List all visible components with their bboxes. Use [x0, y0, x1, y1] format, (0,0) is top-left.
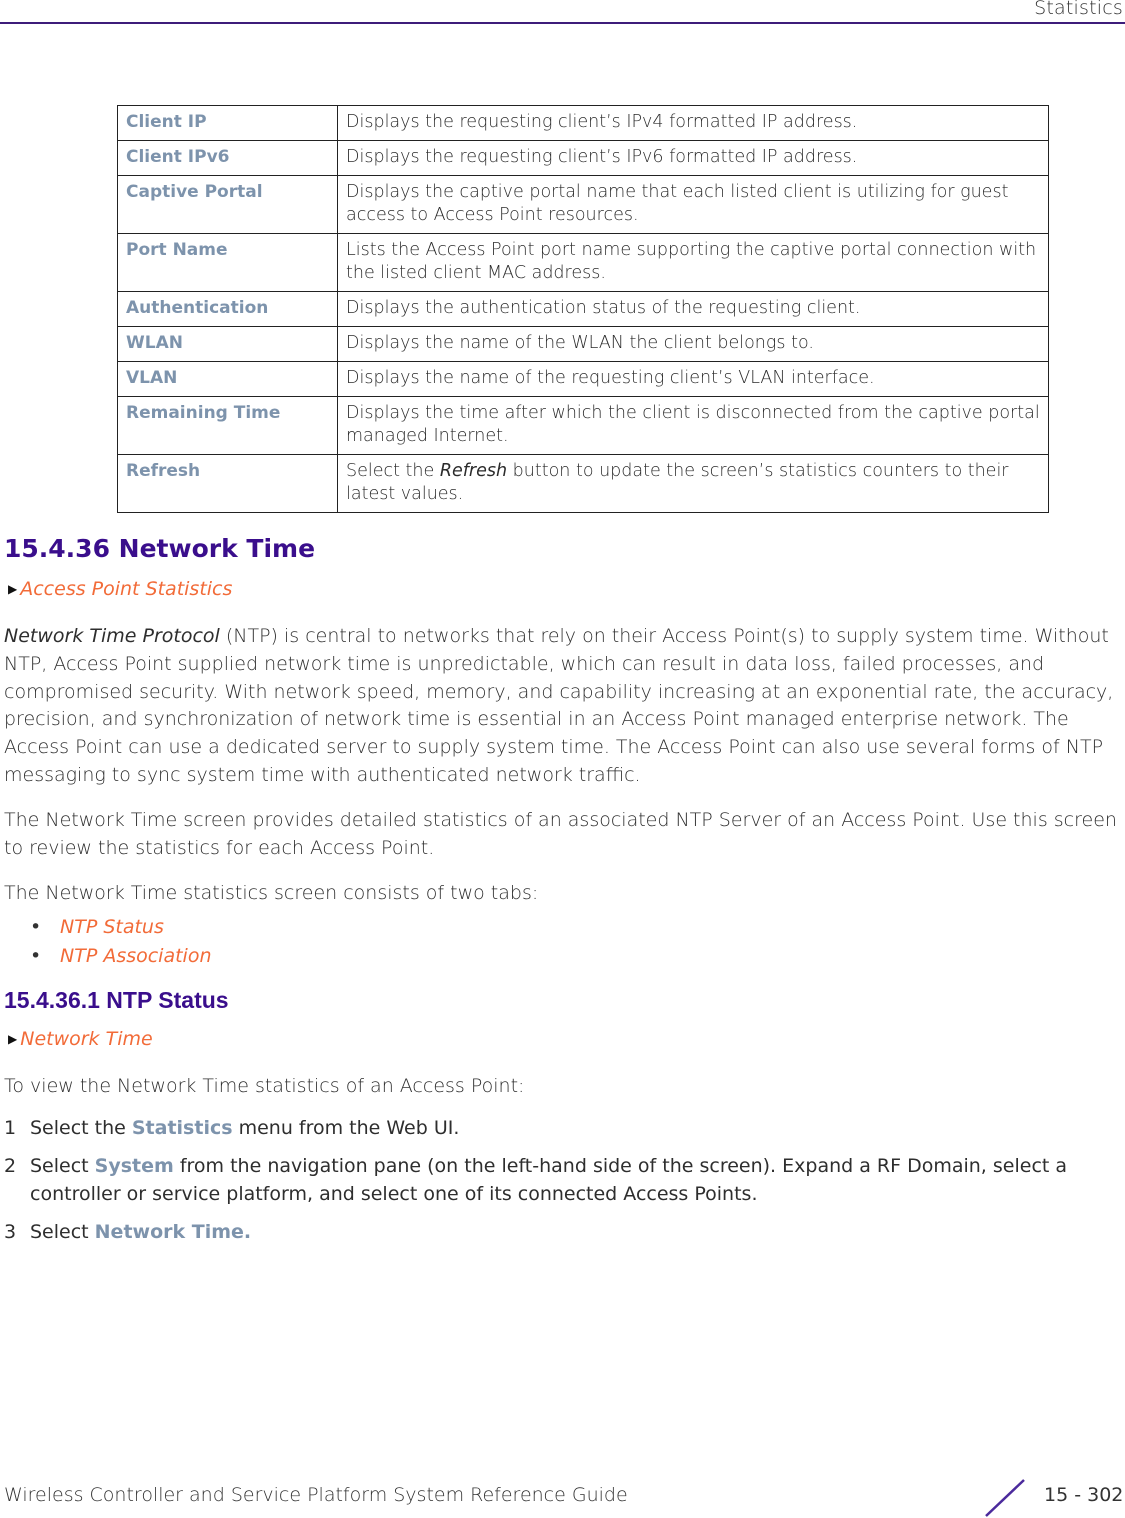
procedure-step: 1 Select the Statistics menu from the We…	[4, 1115, 1122, 1143]
footer-slash-icon	[985, 1479, 1025, 1517]
ui-reference-system: System	[94, 1155, 174, 1177]
table-term: Client IP	[117, 105, 338, 141]
table-definition: Displays the name of the WLAN the client…	[337, 326, 1049, 362]
table-definition: Displays the captive portal name that ea…	[337, 175, 1049, 234]
table-row: Client IP Displays the requesting client…	[117, 105, 1049, 141]
table-row: VLAN Displays the name of the requesting…	[117, 361, 1049, 397]
procedure-step: 2 Select System from the navigation pane…	[4, 1153, 1122, 1209]
step-text: Select Network Time.	[30, 1219, 1122, 1247]
description-paragraph: The Network Time screen provides detaile…	[4, 809, 1117, 859]
step-text-pre: Select	[30, 1155, 95, 1177]
paragraph-text: (NTP) is central to networks that rely o…	[4, 625, 1114, 786]
table-term: Port Name	[117, 233, 338, 292]
table-row: Remaining Time Displays the time after w…	[117, 396, 1049, 455]
step-number: 2	[4, 1155, 17, 1177]
definition-text: Select the	[346, 461, 440, 481]
xref-link-network-time[interactable]: ▶ Network Time	[8, 1028, 153, 1050]
footer-guide-title: Wireless Controller and Service Platform…	[4, 1484, 628, 1506]
table-definition: Displays the time after which the client…	[337, 396, 1049, 455]
procedure-lead: To view the Network Time statistics of a…	[4, 1075, 525, 1097]
table-term: Remaining Time	[117, 396, 338, 455]
step-text: Select System from the navigation pane (…	[30, 1153, 1122, 1209]
section-heading: 15.4.36 Network Time	[4, 534, 316, 563]
table-row: WLAN Displays the name of the WLAN the c…	[117, 326, 1049, 362]
bullet-icon: •	[30, 916, 42, 938]
step-text-pre: Select	[30, 1221, 95, 1243]
xref-link-label: Access Point Statistics	[20, 578, 233, 600]
table-definition: Select the Refresh button to update the …	[337, 454, 1049, 513]
table-term: WLAN	[117, 326, 338, 362]
triangle-right-icon: ▶	[8, 582, 18, 596]
tabs-list: • NTP Status • NTP Association	[30, 913, 212, 971]
step-text: Select the Statistics menu from the Web …	[30, 1115, 1122, 1143]
step-text-post: menu from the Web UI.	[232, 1117, 460, 1139]
table-row: Client IPv6 Displays the requesting clie…	[117, 140, 1049, 176]
step-text-post: from the navigation pane (on the left-ha…	[30, 1155, 1068, 1205]
intro-paragraph: Network Time Protocol (NTP) is central t…	[4, 623, 1122, 790]
table-row: Refresh Select the Refresh button to upd…	[117, 454, 1049, 513]
table-term: VLAN	[117, 361, 338, 397]
field-description-table: Client IP Displays the requesting client…	[117, 105, 1049, 513]
page-header-title: Statistics	[1034, 0, 1123, 19]
table-row: Authentication Displays the authenticati…	[117, 291, 1049, 327]
table-row: Captive Portal Displays the captive port…	[117, 175, 1049, 234]
link-ntp-status[interactable]: NTP Status	[60, 913, 164, 942]
ui-reference-statistics: Statistics	[131, 1117, 233, 1139]
tabs-intro-paragraph: The Network Time statistics screen consi…	[4, 882, 539, 904]
ui-reference-network-time: Network Time.	[94, 1221, 252, 1243]
subsection-heading: 15.4.36.1 NTP Status	[4, 987, 229, 1013]
page-number: 15 - 302	[1044, 1484, 1124, 1506]
table-definition: Displays the requesting client’s IPv6 fo…	[337, 140, 1049, 176]
list-item: • NTP Status	[30, 913, 212, 942]
link-ntp-association[interactable]: NTP Association	[60, 942, 212, 971]
table-term: Client IPv6	[117, 140, 338, 176]
emphasized-term: Network Time Protocol	[4, 625, 220, 647]
list-item: • NTP Association	[30, 942, 212, 971]
step-number: 3	[4, 1221, 17, 1243]
step-number: 1	[4, 1117, 17, 1139]
bullet-icon: •	[30, 945, 42, 967]
table-definition: Displays the requesting client’s IPv4 fo…	[337, 105, 1049, 141]
table-term: Refresh	[117, 454, 338, 513]
header-rule	[0, 22, 1125, 24]
xref-link-access-point-statistics[interactable]: ▶ Access Point Statistics	[8, 578, 232, 600]
table-term: Captive Portal	[117, 175, 338, 234]
xref-link-label: Network Time	[20, 1028, 153, 1050]
table-row: Port Name Lists the Access Point port na…	[117, 233, 1049, 292]
step-text-pre: Select the	[30, 1117, 132, 1139]
table-definition: Lists the Access Point port name support…	[337, 233, 1049, 292]
refresh-button-reference: Refresh	[439, 461, 508, 481]
table-definition: Displays the authentication status of th…	[337, 291, 1049, 327]
table-term: Authentication	[117, 291, 338, 327]
table-definition: Displays the name of the requesting clie…	[337, 361, 1049, 397]
procedure-step: 3 Select Network Time.	[4, 1219, 1122, 1247]
triangle-right-icon: ▶	[8, 1032, 18, 1046]
